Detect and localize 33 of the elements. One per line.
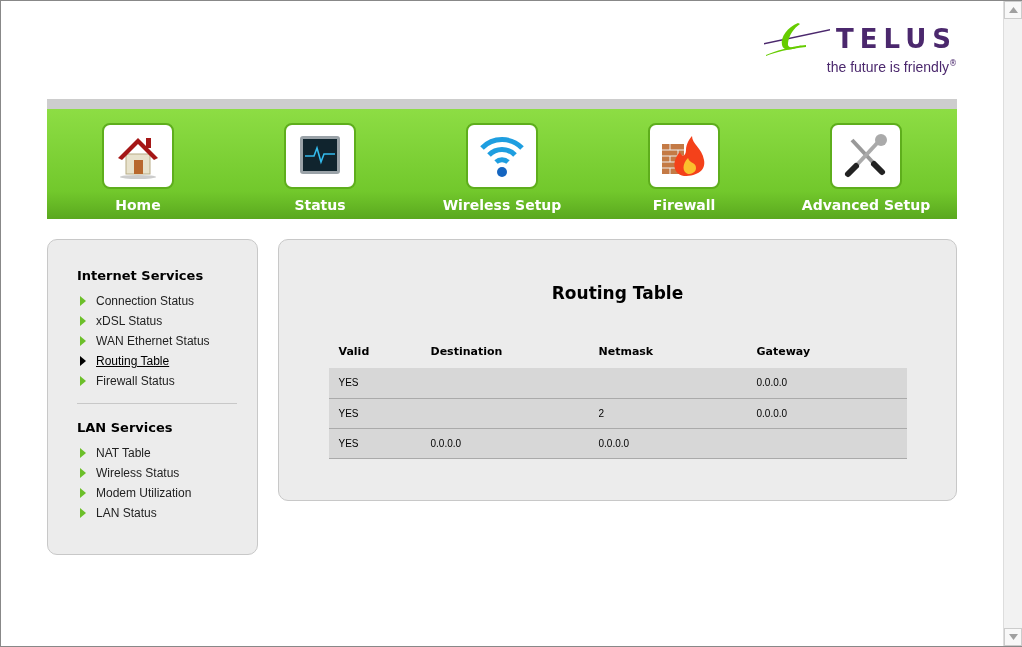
tagline: the future is friendly <box>826 59 949 75</box>
sidebar-link[interactable]: LAN Status <box>96 506 157 520</box>
sidebar-link[interactable]: Wireless Status <box>96 466 180 480</box>
nav-icon-tile[interactable] <box>648 123 720 189</box>
sidebar-link[interactable]: WAN Ethernet Status <box>96 334 210 348</box>
trademark-mark: ® <box>949 59 957 68</box>
table-cell: 0.0.0.0 <box>756 407 788 419</box>
sidebar-link[interactable]: Connection Status <box>96 294 195 308</box>
sidebar-link[interactable]: Modem Utilization <box>96 486 192 500</box>
table-cell: YES <box>338 377 359 389</box>
nav-icon-tile[interactable] <box>466 123 538 189</box>
sidebar-link[interactable]: xDSL Status <box>96 314 163 328</box>
sidebar-link[interactable]: NAT Table <box>96 446 151 460</box>
column-header: Valid <box>328 345 421 368</box>
nav-icon-tile[interactable] <box>830 123 902 189</box>
sidebar-link[interactable]: Firewall Status <box>96 374 175 388</box>
table-cell: 0.0.0.0 <box>756 377 788 389</box>
table-cell: YES <box>338 407 359 419</box>
column-header: Netmask <box>588 345 747 368</box>
swoosh-icon <box>762 21 830 57</box>
brand-name: TELUS <box>836 24 957 54</box>
table-cell: 0.0.0.0 <box>598 437 630 449</box>
table-cell: 0.0.0.0 <box>430 437 462 449</box>
nav-icon-tile[interactable] <box>102 123 174 189</box>
column-header: Gateway <box>746 345 907 368</box>
column-header: Destination <box>420 345 589 368</box>
section-heading: Internet Services <box>77 268 205 283</box>
section-heading: LAN Services <box>77 420 174 435</box>
table-cell: YES <box>338 437 359 449</box>
table-cell: 2 <box>598 407 605 419</box>
sidebar-link[interactable]: Routing Table <box>96 354 170 368</box>
page-title: Routing Table <box>551 283 684 303</box>
nav-icon-tile[interactable] <box>284 123 356 189</box>
